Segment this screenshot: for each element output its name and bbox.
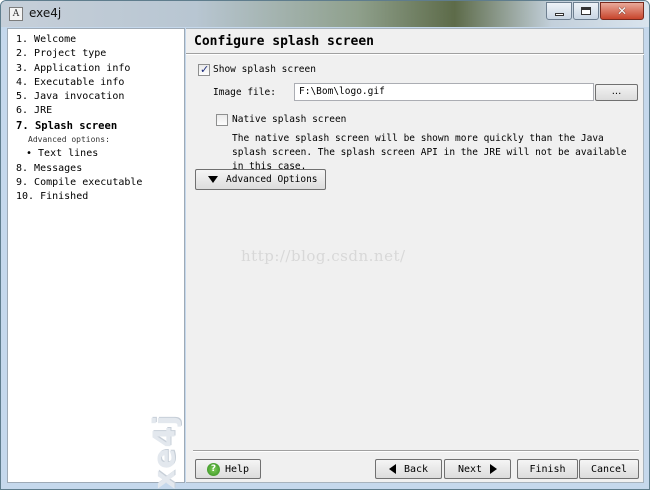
step-executable-info[interactable]: 4. Executable info bbox=[16, 76, 142, 90]
browse-button[interactable]: ... bbox=[595, 84, 638, 101]
next-button[interactable]: Next bbox=[444, 459, 511, 479]
step-finished[interactable]: 10. Finished bbox=[16, 190, 142, 204]
cancel-button[interactable]: Cancel bbox=[579, 459, 639, 479]
title-divider-highlight bbox=[186, 54, 644, 55]
step-compile-executable[interactable]: 9. Compile executable bbox=[16, 176, 142, 190]
close-button[interactable]: ✕ bbox=[600, 2, 644, 20]
step-messages[interactable]: 8. Messages bbox=[16, 162, 142, 176]
page-title: Configure splash screen bbox=[194, 34, 375, 49]
back-label: Back bbox=[403, 463, 429, 475]
arrow-left-icon bbox=[388, 464, 396, 474]
back-button[interactable]: Back bbox=[375, 459, 442, 479]
step-project-type[interactable]: 2. Project type bbox=[16, 47, 142, 61]
step-java-invocation[interactable]: 5. Java invocation bbox=[16, 90, 142, 104]
main-panel: Configure splash screen Show splash scre… bbox=[186, 28, 644, 483]
help-button[interactable]: ? Help bbox=[195, 459, 261, 479]
brand-text: exe4j bbox=[147, 413, 183, 490]
show-splash-checkbox[interactable] bbox=[198, 63, 210, 76]
minimize-button[interactable] bbox=[546, 2, 572, 20]
finish-button[interactable]: Finish bbox=[517, 459, 578, 479]
minimize-icon bbox=[554, 12, 564, 16]
wizard-steps-sidebar: 1. Welcome 2. Project type 3. Applicatio… bbox=[7, 28, 185, 489]
exe4j-window: A exe4j ✕ 1. Welcome 2. Project type 3. … bbox=[0, 0, 650, 490]
window-title: exe4j bbox=[29, 6, 62, 20]
step-application-info[interactable]: 3. Application info bbox=[16, 62, 142, 76]
help-label: Help bbox=[224, 463, 250, 475]
watermark-url: http://blog.csdn.net/ bbox=[241, 247, 406, 265]
advanced-options-button[interactable]: Advanced Options bbox=[195, 169, 326, 190]
step-welcome[interactable]: 1. Welcome bbox=[16, 33, 142, 47]
advanced-options-caption: Advanced options: bbox=[28, 135, 110, 145]
triangle-down-icon bbox=[208, 176, 218, 183]
maximize-icon bbox=[581, 7, 591, 15]
finish-label: Finish bbox=[529, 463, 566, 475]
steps-list: 1. Welcome 2. Project type 3. Applicatio… bbox=[16, 33, 142, 205]
exe4j-brand-logo: exe4j bbox=[148, 414, 183, 489]
step-splash-screen[interactable]: 7. Splash screen bbox=[16, 119, 142, 133]
footer-divider-highlight bbox=[193, 451, 639, 452]
step-jre[interactable]: 6. JRE bbox=[16, 104, 142, 118]
window-controls: ✕ bbox=[545, 2, 644, 20]
show-splash-label[interactable]: Show splash screen bbox=[213, 64, 316, 75]
arrow-right-icon bbox=[490, 464, 498, 474]
cancel-label: Cancel bbox=[590, 463, 628, 475]
close-icon: ✕ bbox=[616, 4, 628, 18]
image-file-input[interactable]: F:\Bom\logo.gif bbox=[294, 83, 594, 101]
native-splash-label[interactable]: Native splash screen bbox=[232, 114, 346, 125]
native-splash-description: The native splash screen will be shown m… bbox=[232, 133, 627, 172]
image-file-label: Image file: bbox=[213, 87, 276, 98]
next-label: Next bbox=[457, 463, 483, 475]
app-icon[interactable]: A bbox=[9, 7, 23, 21]
step-text-lines[interactable]: • Text lines bbox=[16, 147, 142, 161]
native-splash-checkbox[interactable] bbox=[216, 114, 228, 126]
title-bar[interactable]: A exe4j ✕ bbox=[1, 1, 649, 27]
help-icon: ? bbox=[206, 462, 220, 476]
maximize-button[interactable] bbox=[573, 2, 599, 20]
advanced-options-label: Advanced Options bbox=[226, 174, 318, 185]
